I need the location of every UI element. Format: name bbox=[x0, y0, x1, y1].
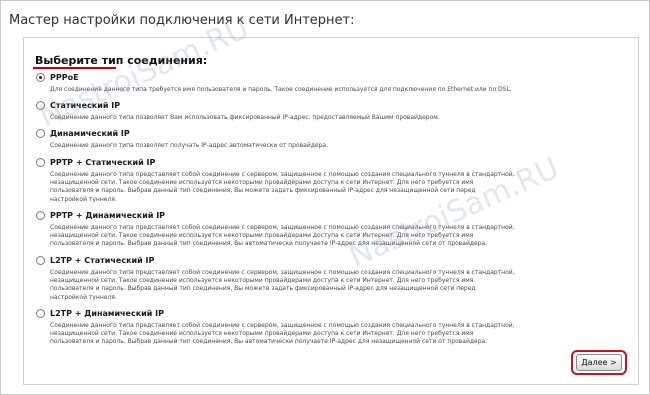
option-description: Соединение данного типа позволяет получа… bbox=[50, 142, 328, 149]
option-label: L2TP + Динамический IP bbox=[50, 309, 164, 318]
option-l2tp-dynamic[interactable]: L2TP + Динамический IP Соединение данног… bbox=[36, 307, 626, 347]
option-label: PPTP + Динамический IP bbox=[50, 211, 166, 220]
radio-l2tp-static[interactable] bbox=[36, 256, 45, 265]
option-label: PPPoE bbox=[50, 73, 79, 82]
option-pptp-dynamic[interactable]: PPTP + Динамический IP Соединение данног… bbox=[36, 209, 626, 249]
section-title: Выберите тип соединения: bbox=[35, 54, 208, 67]
option-label: Динамический IP bbox=[50, 129, 130, 138]
option-label: L2TP + Статический IP bbox=[50, 256, 155, 265]
radio-dynamic-ip[interactable] bbox=[36, 129, 45, 138]
option-description: Соединение данного типа позволяет Вам ис… bbox=[50, 114, 440, 121]
option-dynamic-ip[interactable]: Динамический IP Соединение данного типа … bbox=[36, 127, 626, 150]
radio-pppoe[interactable] bbox=[36, 73, 45, 82]
option-pppoe[interactable]: PPPoE Для соединения данного типа требуе… bbox=[36, 71, 626, 94]
wizard-window: Мастер настройки подключения к сети Инте… bbox=[0, 0, 650, 395]
option-label: Статический IP bbox=[50, 101, 121, 110]
option-description: Для соединения данного типа требуется им… bbox=[50, 86, 512, 93]
selected-underline bbox=[33, 67, 116, 69]
option-label: PPTP + Статический IP bbox=[50, 158, 156, 167]
option-l2tp-static[interactable]: L2TP + Статический IP Соединение данного… bbox=[36, 254, 626, 302]
page-title: Мастер настройки подключения к сети Инте… bbox=[9, 13, 355, 28]
next-button[interactable]: Далее > bbox=[576, 354, 622, 371]
option-description: Соединение данного типа представляет соб… bbox=[50, 224, 515, 248]
option-description: Соединение данного типа представляет соб… bbox=[50, 171, 515, 203]
radio-pptp-dynamic[interactable] bbox=[36, 211, 45, 220]
option-static-ip[interactable]: Статический IP Соединение данного типа п… bbox=[36, 99, 626, 122]
radio-pptp-static[interactable] bbox=[36, 158, 45, 167]
option-description: Соединение данного типа представляет соб… bbox=[50, 269, 515, 301]
radio-l2tp-dynamic[interactable] bbox=[36, 309, 45, 318]
option-description: Соединение данного типа представляет соб… bbox=[50, 322, 515, 346]
radio-static-ip[interactable] bbox=[36, 101, 45, 110]
option-pptp-static[interactable]: PPTP + Статический IP Соединение данного… bbox=[36, 156, 626, 204]
